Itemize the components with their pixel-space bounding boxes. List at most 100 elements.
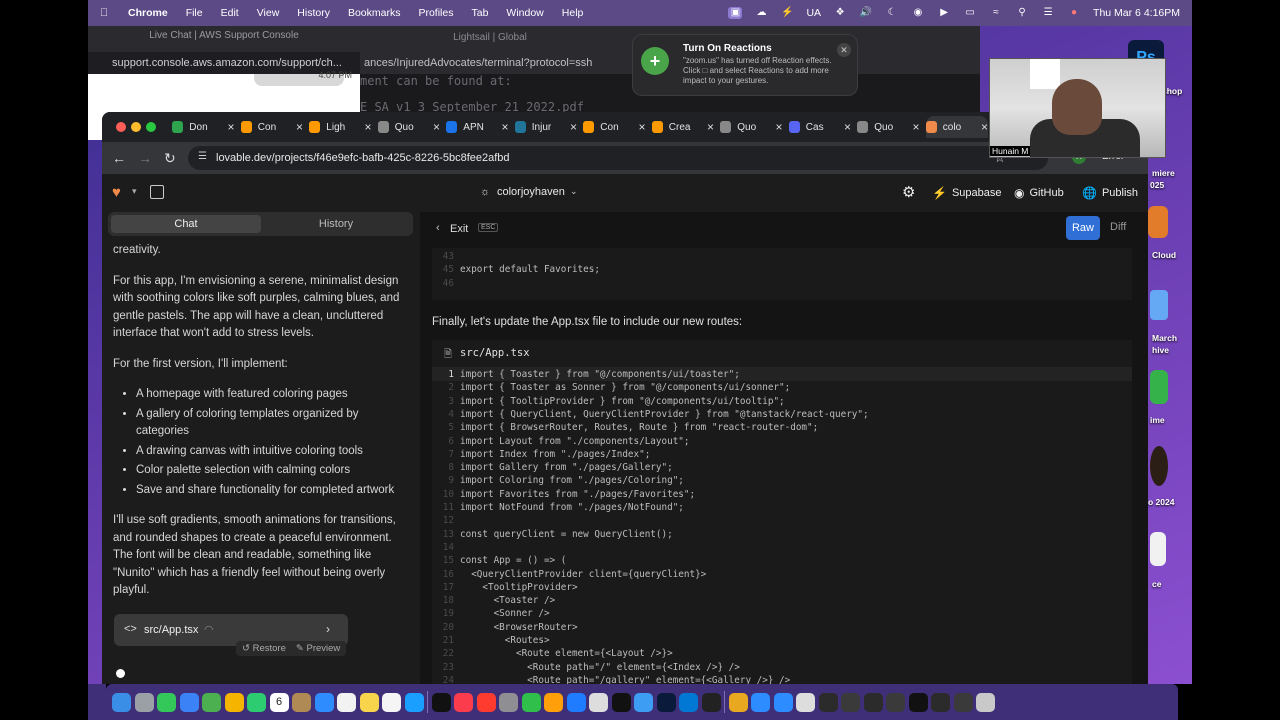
site-info-icon[interactable]: ☰ (198, 151, 207, 162)
browser-tab[interactable]: Crea × (651, 116, 714, 138)
tab-close-icon[interactable]: × (981, 120, 988, 134)
cloud-sync-icon[interactable]: ☁ (754, 7, 768, 19)
browser-tab[interactable]: Quo × (857, 116, 920, 138)
desktop-icon-app[interactable] (1150, 446, 1168, 486)
volume-icon[interactable]: 🔊 (859, 7, 873, 19)
background-window-aws[interactable]: Live Chat | AWS Support Console support.… (88, 26, 360, 140)
tab-close-icon[interactable]: × (570, 120, 577, 134)
reload-icon[interactable]: ↻ (164, 150, 176, 167)
dock-chrome-icon[interactable] (728, 692, 748, 712)
dock-folder6-icon[interactable] (931, 692, 950, 712)
browser-tab[interactable]: Cas × (788, 116, 851, 138)
dock-mail-icon[interactable] (179, 692, 199, 712)
dock-zoom-icon[interactable] (773, 692, 793, 712)
dock-folder1-icon[interactable] (818, 692, 838, 712)
dock-music-icon[interactable] (454, 692, 473, 712)
menu-app-name[interactable]: Chrome (128, 7, 168, 19)
dock-xcode-icon[interactable] (634, 692, 653, 712)
dock-chatgpt-icon[interactable] (611, 692, 631, 712)
sidebar-toggle-icon[interactable] (150, 185, 164, 199)
back-icon[interactable]: ← (112, 150, 126, 166)
github-button[interactable]: ◉ GitHub (1014, 181, 1064, 205)
clock[interactable]: Thu Mar 6 4:16PM (1093, 7, 1180, 19)
dock-vscode-icon[interactable] (679, 692, 698, 712)
browser-tab[interactable]: Quo × (720, 116, 783, 138)
menu-history[interactable]: History (297, 7, 330, 19)
dock-notes-brown-icon[interactable] (292, 692, 311, 712)
menu-file[interactable]: File (186, 7, 203, 19)
dock-settings-icon[interactable] (499, 692, 518, 712)
play-icon[interactable]: ▶ (937, 7, 951, 19)
tab-history[interactable]: History (261, 215, 411, 233)
dock-app-store-icon[interactable] (314, 692, 334, 712)
dock-freeform-icon[interactable] (382, 692, 401, 712)
dock-maps-icon[interactable] (202, 692, 221, 712)
dock-monitor-icon[interactable] (796, 692, 815, 712)
battery-icon[interactable]: ▭ (963, 7, 977, 19)
publish-button[interactable]: 🌐 Publish (1082, 181, 1138, 205)
menu-window[interactable]: Window (506, 7, 543, 19)
notification[interactable]: + Turn On Reactions "zoom.us" has turned… (632, 34, 858, 96)
dock-photoshop-icon[interactable] (656, 692, 676, 712)
control-center-icon[interactable]: ☰ (1041, 7, 1055, 19)
dock-folder2-icon[interactable] (841, 692, 860, 712)
menu-help[interactable]: Help (562, 7, 584, 19)
desktop-icon-app[interactable] (1150, 532, 1166, 566)
browser-tab[interactable]: Ligh × (309, 116, 372, 138)
chevron-down-icon[interactable]: ▾ (132, 186, 137, 197)
raw-button[interactable]: Raw (1066, 216, 1100, 240)
browser-tab[interactable]: Injur × (514, 116, 577, 138)
dock-reminders-icon[interactable] (337, 692, 356, 712)
dock-notes-icon[interactable] (359, 692, 379, 712)
project-name[interactable]: colorjoyhaven (497, 186, 565, 198)
minimize-window-button[interactable] (131, 122, 141, 132)
dock-numbers-icon[interactable] (521, 692, 541, 712)
close-icon[interactable]: ✕ (837, 43, 851, 57)
dock-folder7-icon[interactable] (953, 692, 973, 712)
tab-close-icon[interactable]: × (844, 120, 851, 134)
dock-keynote-icon[interactable] (566, 692, 586, 712)
tab-close-icon[interactable]: × (433, 120, 440, 134)
menu-profiles[interactable]: Profiles (418, 7, 453, 19)
chevron-right-icon[interactable]: › (326, 622, 330, 636)
dock-folder5-icon[interactable] (908, 692, 928, 712)
supabase-button[interactable]: ⚡ Supabase (932, 181, 1002, 205)
preview-button[interactable]: ✎ Preview (296, 643, 340, 654)
tab-close-icon[interactable]: × (707, 120, 714, 134)
browser-tab[interactable]: Don × (172, 116, 235, 138)
vpn-icon[interactable]: ❖ (833, 7, 847, 19)
chevron-left-icon[interactable]: ‹ (436, 222, 440, 234)
wifi-icon[interactable]: ≈ (989, 7, 1003, 19)
menu-bookmarks[interactable]: Bookmarks (348, 7, 401, 19)
dock-pages-icon[interactable] (544, 692, 563, 712)
tab-chat[interactable]: Chat (111, 215, 261, 233)
browser-tab[interactable]: Con × (240, 116, 303, 138)
dock-facetime-icon[interactable] (247, 692, 266, 712)
menu-view[interactable]: View (257, 7, 280, 19)
dock-launchpad-icon[interactable] (134, 692, 154, 712)
dock-news-icon[interactable] (476, 692, 496, 712)
zoom-window-button[interactable] (146, 122, 156, 132)
dock-calendar-icon[interactable]: 6 (269, 692, 289, 712)
dock-zoom-c-icon[interactable] (751, 692, 770, 712)
input-source[interactable]: UA (806, 7, 821, 19)
dock-folder4-icon[interactable] (886, 692, 905, 712)
tab-close-icon[interactable]: × (638, 120, 645, 134)
chevron-down-icon[interactable]: ⌄ (570, 186, 578, 197)
tab-close-icon[interactable]: × (227, 120, 234, 134)
lovable-logo-icon[interactable]: ♥ (112, 184, 121, 201)
dock-safari-icon[interactable] (404, 692, 424, 712)
tab-close-icon[interactable]: × (912, 120, 919, 134)
search-icon[interactable]: ⚲ (1015, 7, 1029, 19)
desktop-icon-cloud[interactable] (1148, 206, 1168, 238)
bolt-icon[interactable]: ⚡ (780, 7, 794, 19)
dock-terminal-icon[interactable] (701, 692, 721, 712)
restore-button[interactable]: ↺ Restore (242, 643, 286, 654)
browser-tab[interactable]: APN × (446, 116, 509, 138)
dock-finder-icon[interactable] (112, 692, 131, 712)
desktop-icon-app[interactable] (1150, 370, 1168, 404)
record-icon[interactable]: ◉ (911, 7, 925, 19)
siri-icon[interactable]: ● (1067, 7, 1081, 19)
forward-icon[interactable]: → (138, 150, 152, 166)
exit-button[interactable]: Exit (450, 223, 468, 235)
